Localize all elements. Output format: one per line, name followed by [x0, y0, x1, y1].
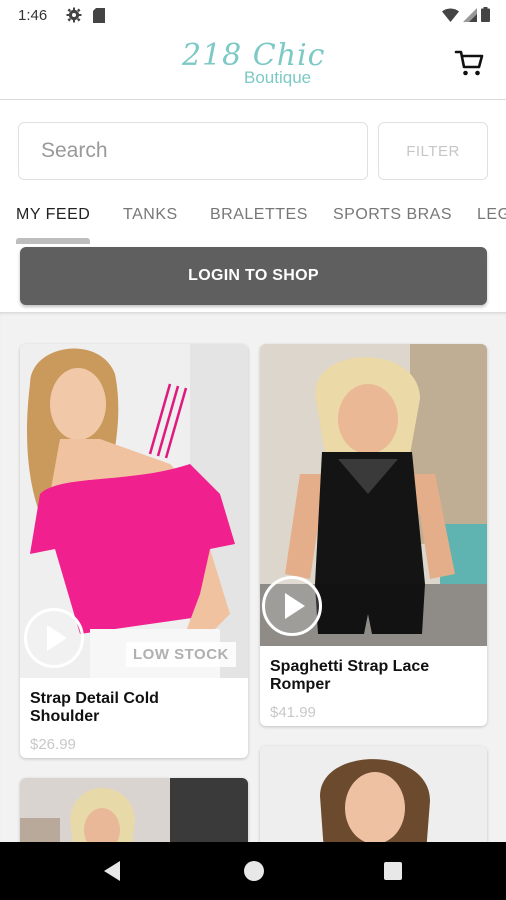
- category-tabs: MY FEED TANKS BRALETTES SPORTS BRAS LEG: [0, 196, 506, 246]
- login-to-shop-button[interactable]: LOGIN TO SHOP: [20, 247, 487, 305]
- product-image[interactable]: [260, 344, 487, 646]
- logo-subtitle: Boutique: [244, 68, 312, 87]
- product-card[interactable]: LOW STOCK Strap Detail Cold Shoulder $26…: [20, 344, 248, 758]
- product-title-line: Strap Detail Cold: [30, 690, 159, 707]
- android-nav-bar: [0, 842, 506, 900]
- product-card[interactable]: [260, 746, 487, 842]
- tab-my-feed[interactable]: MY FEED: [16, 206, 90, 224]
- product-card[interactable]: Spaghetti Strap Lace Romper $41.99: [260, 344, 487, 726]
- battery-icon: [481, 7, 490, 27]
- tab-sports-bras[interactable]: SPORTS BRAS: [333, 206, 452, 224]
- play-video-button[interactable]: [24, 608, 84, 668]
- search-input[interactable]: [19, 123, 367, 179]
- tab-bralettes[interactable]: BRALETTES: [210, 206, 308, 224]
- play-video-button[interactable]: [262, 576, 322, 636]
- app-header: 218 Chic Boutique: [0, 32, 506, 100]
- back-icon[interactable]: [102, 860, 122, 887]
- product-price: $26.99: [30, 736, 76, 753]
- product-feed[interactable]: LOW STOCK Strap Detail Cold Shoulder $26…: [0, 312, 506, 842]
- product-title-line: Shoulder: [30, 708, 100, 725]
- status-time: 1:46: [18, 7, 48, 24]
- active-tab-indicator: [16, 238, 90, 244]
- signal-icon: [463, 7, 477, 27]
- product-price: $41.99: [270, 704, 316, 721]
- sd-card-icon: [93, 8, 105, 28]
- tab-tanks[interactable]: TANKS: [123, 206, 178, 224]
- product-title[interactable]: Spaghetti Strap Lace Romper: [270, 658, 480, 694]
- filter-button[interactable]: FILTER: [378, 122, 488, 180]
- product-title[interactable]: Strap Detail Cold Shoulder: [30, 690, 240, 726]
- recents-icon[interactable]: [384, 862, 402, 880]
- status-bar: 1:46: [0, 0, 506, 32]
- gear-icon: [66, 7, 82, 28]
- product-image[interactable]: [20, 778, 248, 842]
- brand-logo[interactable]: 218 Chic Boutique: [182, 38, 332, 94]
- product-image[interactable]: LOW STOCK: [20, 344, 248, 678]
- product-image[interactable]: [260, 746, 487, 842]
- low-stock-badge: LOW STOCK: [126, 642, 236, 667]
- product-title-line: Romper: [270, 676, 331, 693]
- home-icon[interactable]: [244, 861, 264, 881]
- search-field[interactable]: [18, 122, 368, 180]
- tab-leggings[interactable]: LEG: [477, 206, 506, 224]
- cart-icon[interactable]: [454, 48, 484, 78]
- product-card[interactable]: [20, 778, 248, 842]
- product-title-line: Spaghetti Strap Lace: [270, 658, 430, 675]
- wifi-icon: [442, 8, 459, 27]
